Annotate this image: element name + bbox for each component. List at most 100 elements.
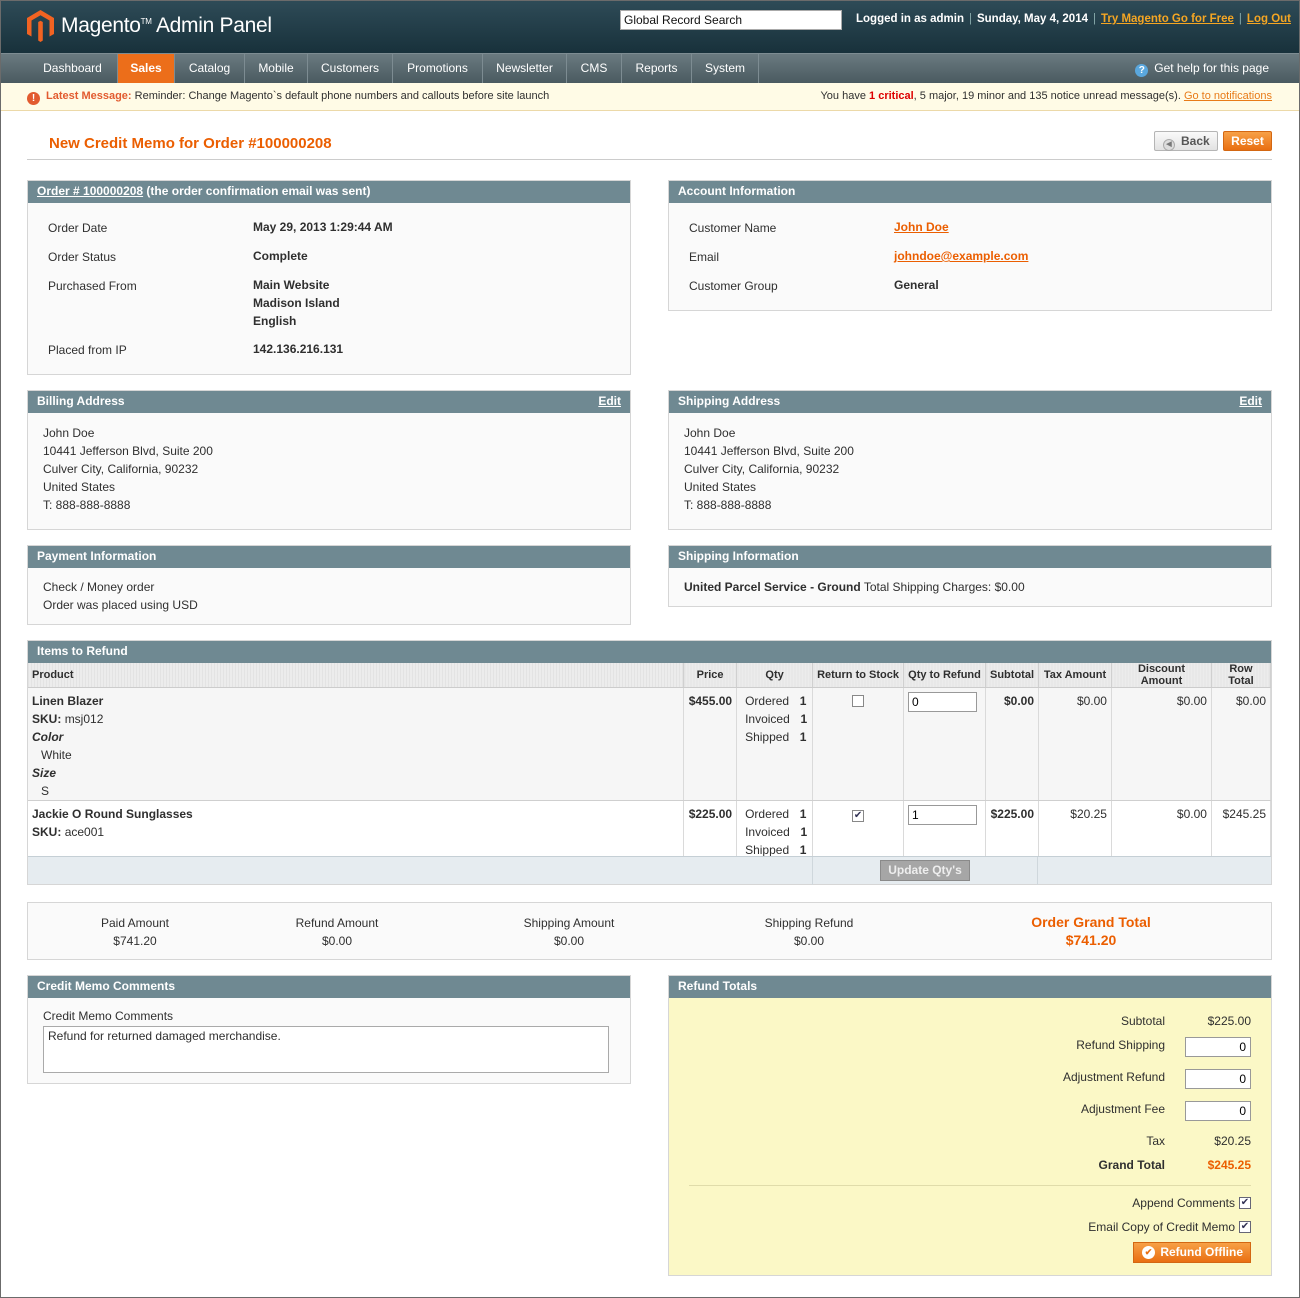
latest-message-label: Latest Message:	[46, 90, 132, 102]
qty-cell: Ordered 1 Invoiced 1 Shipped 1	[736, 687, 814, 801]
go-to-notifications-link[interactable]: Go to notifications	[1184, 90, 1272, 102]
customer-name-label: Customer Name	[689, 221, 777, 235]
nav-sales[interactable]: Sales	[118, 54, 175, 83]
update-qty-button[interactable]: Update Qty's	[880, 860, 970, 881]
footer-divider	[812, 857, 813, 885]
help-link[interactable]: ? Get help for this page	[1135, 54, 1269, 83]
price-cell: $455.00	[683, 687, 738, 801]
email-copy-checkbox[interactable]: ✔	[1239, 1221, 1251, 1233]
items-table: Product Price Qty Return to Stock Qty to…	[28, 663, 1272, 860]
billing-address-header: Billing Address Edit	[28, 391, 630, 413]
check-circle-icon: ✔	[1142, 1246, 1155, 1259]
nav-newsletter[interactable]: Newsletter	[483, 54, 567, 83]
nav-customers[interactable]: Customers	[308, 54, 393, 83]
rt-grand-total: $245.25	[1207, 1158, 1251, 1172]
subtotal-cell: $0.00	[985, 687, 1039, 801]
adjustment-refund-input[interactable]	[1185, 1069, 1251, 1089]
items-footer: Update Qty's	[28, 856, 1271, 885]
rt-adjustment-fee-label: Adjustment Fee	[1080, 1102, 1165, 1116]
payment-info-header: Payment Information	[28, 546, 630, 568]
product-name: Jackie O Round Sunglasses	[32, 807, 193, 821]
refund-offline-button[interactable]: ✔ Refund Offline	[1133, 1242, 1251, 1263]
account-info-header: Account Information	[669, 181, 1271, 203]
message-summary: You have 1 critical, 5 major, 19 minor a…	[820, 90, 1272, 102]
rt-tax-label: Tax	[1146, 1134, 1165, 1148]
credit-memo-comments-header: Credit Memo Comments	[28, 976, 630, 998]
nav-cms[interactable]: CMS	[567, 54, 622, 83]
warning-icon: !	[27, 92, 40, 105]
order-status-label: Order Status	[48, 250, 117, 264]
rt-tax: $20.25	[1214, 1134, 1251, 1148]
items-header-row: Product Price Qty Return to Stock Qty to…	[28, 663, 1272, 688]
col-row-total: Row Total	[1211, 663, 1272, 688]
shipping-address: John Doe 10441 Jefferson Blvd, Suite 200…	[684, 426, 854, 512]
reset-button[interactable]: Reset	[1223, 131, 1272, 151]
refund-amount: Refund Amount $0.00	[295, 916, 379, 948]
global-search-input[interactable]	[620, 10, 842, 30]
col-subtotal: Subtotal	[985, 663, 1039, 688]
rt-subtotal-label: Subtotal	[1120, 1014, 1165, 1028]
return-to-stock-checkbox[interactable]: ✔	[852, 810, 865, 822]
customer-email-link[interactable]: johndoe@example.com	[894, 249, 1028, 263]
email-copy-label: Email Copy of Credit Memo	[1088, 1220, 1235, 1234]
option-label: Color	[32, 730, 64, 744]
nav-reports[interactable]: Reports	[622, 54, 692, 83]
purchased-from-label: Purchased From	[48, 279, 137, 293]
customer-group: General	[894, 278, 939, 292]
qty-to-refund-input[interactable]	[908, 692, 978, 712]
append-comments-label: Append Comments	[1132, 1196, 1235, 1210]
logout-link[interactable]: Log Out	[1247, 13, 1291, 25]
footer-divider	[1037, 857, 1038, 885]
account-info-box: Account Information Customer Name John D…	[668, 180, 1272, 311]
qty-to-refund-input[interactable]	[908, 805, 978, 825]
adjustment-fee-input[interactable]	[1185, 1101, 1251, 1121]
main-nav: Dashboard Sales Catalog Mobile Customers…	[1, 53, 1299, 83]
order-grand-total: Order Grand Total $741.20	[1031, 914, 1151, 948]
discount-cell: $0.00	[1111, 800, 1212, 860]
product-cell: Jackie O Round Sunglasses SKU: ace001	[28, 800, 685, 860]
nav-dashboard[interactable]: Dashboard	[28, 54, 118, 83]
rt-shipping-label: Refund Shipping	[1076, 1038, 1165, 1052]
nav-promotions[interactable]: Promotions	[393, 54, 483, 83]
back-button[interactable]: ◀ Back	[1154, 131, 1218, 151]
try-magento-go-link[interactable]: Try Magento Go for Free	[1101, 13, 1234, 25]
shipping-edit-link[interactable]: Edit	[1239, 391, 1262, 412]
billing-edit-link[interactable]: Edit	[598, 391, 621, 412]
col-tax-amount: Tax Amount	[1038, 663, 1112, 688]
magento-logo[interactable]: MagentoTM Admin Panel	[27, 9, 272, 43]
nav-catalog[interactable]: Catalog	[175, 54, 245, 83]
col-qty: Qty	[736, 663, 814, 688]
return-to-stock-cell	[812, 687, 905, 801]
payment-info-box: Payment Information Check / Money order …	[27, 545, 631, 625]
billing-address-box: Billing Address Edit John Doe 10441 Jeffe…	[27, 390, 631, 530]
col-price: Price	[683, 663, 738, 688]
page-title: New Credit Memo for Order #100000208	[49, 135, 332, 152]
order-link[interactable]: Order # 100000208	[37, 184, 143, 198]
shipping-amount: Shipping Amount $0.00	[523, 916, 615, 948]
qty-to-refund-cell	[903, 800, 986, 860]
help-icon: ?	[1135, 64, 1149, 77]
product-sku: ace001	[64, 825, 105, 839]
discount-cell: $0.00	[1111, 687, 1212, 801]
shipping-info-header: Shipping Information	[669, 546, 1271, 568]
shipping-info-box: Shipping Information United Parcel Servi…	[668, 545, 1272, 607]
billing-address: John Doe 10441 Jefferson Blvd, Suite 200…	[43, 426, 213, 512]
product-name: Linen Blazer	[32, 694, 104, 708]
payment-details: Check / Money order Order was placed usi…	[43, 580, 198, 612]
option-value: White	[41, 748, 72, 762]
order-date: May 29, 2013 1:29:44 AM	[253, 220, 393, 234]
customer-name-link[interactable]: John Doe	[894, 220, 949, 234]
comments-textarea[interactable]: Refund for returned damaged merchandise.	[43, 1026, 609, 1073]
admin-header: MagentoTM Admin Panel Logged in as admin…	[1, 1, 1299, 53]
items-to-refund-header: Items to Refund	[28, 641, 1271, 663]
tax-cell: $20.25	[1038, 800, 1112, 860]
nav-system[interactable]: System	[692, 54, 759, 83]
return-to-stock-checkbox[interactable]	[852, 695, 865, 707]
order-info-box: Order # 100000208 (the order confirmatio…	[27, 180, 631, 375]
refund-totals-header: Refund Totals	[669, 976, 1271, 998]
option-value: S	[41, 784, 50, 798]
nav-mobile[interactable]: Mobile	[245, 54, 308, 83]
order-totals-bar: Paid Amount $741.20 Refund Amount $0.00 Sh…	[27, 902, 1272, 960]
append-comments-checkbox[interactable]: ✔	[1239, 1197, 1251, 1209]
refund-shipping-input[interactable]	[1185, 1037, 1251, 1057]
